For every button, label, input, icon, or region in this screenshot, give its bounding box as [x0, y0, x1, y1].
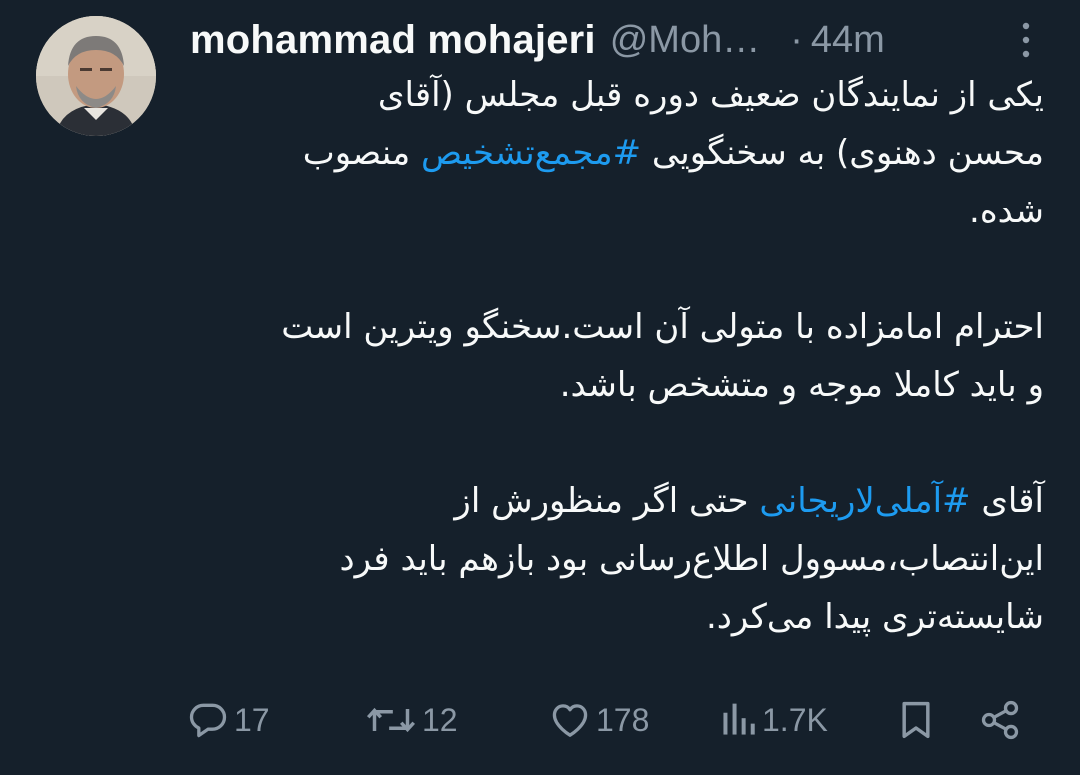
retweet-button[interactable]: 12	[364, 690, 458, 750]
bookmark-icon	[902, 701, 930, 739]
tweet-header: mohammad mohajeri @Moh… · 44m	[190, 12, 1050, 68]
tweet-text-segment: محسن دهنوی) به سخنگویی	[641, 133, 1044, 173]
author-display-name[interactable]: mohammad mohajeri	[190, 18, 596, 63]
tweet-line: شده.	[969, 191, 1044, 231]
author-handle[interactable]: @Moh…	[610, 19, 761, 62]
share-button[interactable]	[978, 690, 1022, 750]
tweet-line: شایسته‌تری پیدا می‌کرد.	[705, 597, 1044, 637]
avatar-image	[36, 16, 156, 136]
tweet-timestamp[interactable]: 44m	[811, 19, 885, 62]
views-count: 1.7K	[762, 701, 828, 738]
tweet-paragraph: آقای #آملی‌لاریجانی حتی اگر منظورش از ای…	[170, 472, 1044, 646]
reply-icon	[189, 703, 227, 738]
retweet-count: 12	[422, 701, 458, 738]
share-icon	[981, 700, 1019, 740]
tweet-paragraph: یکی از نمایندگان ضعیف دوره قبل مجلس (آقا…	[170, 66, 1044, 240]
reply-count: 17	[234, 701, 270, 738]
tweet-line: آقای #آملی‌لاریجانی حتی اگر منظورش از	[170, 472, 1044, 530]
heart-icon	[552, 704, 588, 737]
tweet-text-segment: آقای	[970, 481, 1044, 521]
avatar[interactable]	[36, 16, 156, 136]
hashtag-link[interactable]: #مجمع‌تشخیص	[421, 133, 641, 173]
tweet-line: محسن دهنوی) به سخنگویی #مجمع‌تشخیص منصوب	[170, 124, 1044, 182]
tweet-text-segment: حتی اگر منظورش از	[454, 481, 760, 521]
reply-button[interactable]: 17	[186, 690, 270, 750]
tweet-actions: 17 12 178 1.7K	[186, 690, 1036, 750]
more-vertical-icon	[1022, 22, 1030, 58]
tweet-line: و باید کاملا موجه و متشخص باشد.	[559, 365, 1044, 405]
header-separator: ·	[790, 18, 803, 61]
hashtag-link[interactable]: #آملی‌لاریجانی	[759, 481, 970, 521]
tweet-text: یکی از نمایندگان ضعیف دوره قبل مجلس (آقا…	[170, 66, 1044, 646]
tweet-line: این‌انتصاب،مسوول اطلاع‌رسانی بود بازهم ب…	[339, 539, 1044, 579]
bookmark-button[interactable]	[896, 690, 936, 750]
more-options-button[interactable]	[1018, 20, 1034, 60]
tweet-line: یکی از نمایندگان ضعیف دوره قبل مجلس (آقا…	[377, 75, 1044, 115]
views-icon	[723, 703, 755, 735]
views-button[interactable]: 1.7K	[718, 690, 828, 750]
like-count: 178	[596, 701, 650, 738]
tweet-line: احترام امامزاده با متولی آن است.سخنگو وی…	[281, 307, 1044, 347]
like-button[interactable]: 178	[548, 690, 649, 750]
retweet-icon	[366, 707, 416, 733]
tweet-text-segment: منصوب	[302, 133, 422, 173]
tweet-paragraph: احترام امامزاده با متولی آن است.سخنگو وی…	[170, 298, 1044, 414]
